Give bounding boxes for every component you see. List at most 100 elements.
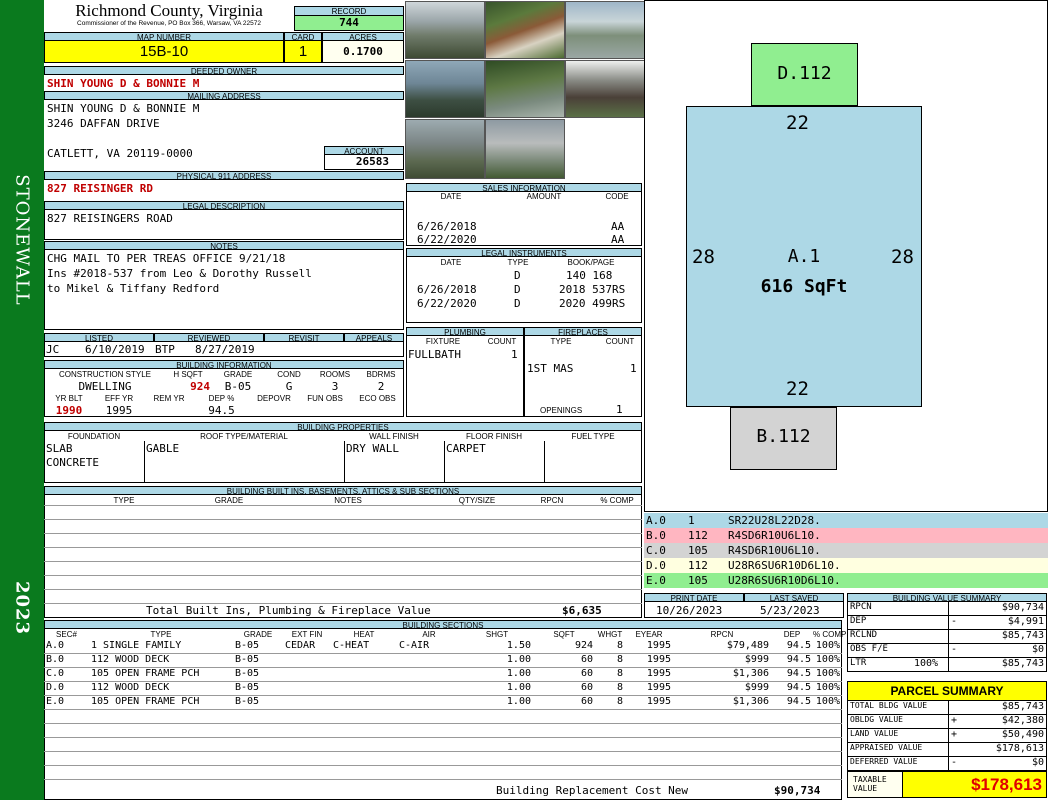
reviewed-date: 8/27/2019	[195, 343, 255, 356]
grade: B-05	[224, 380, 252, 393]
built-ins-total: $6,635	[562, 604, 602, 617]
rooms: 3	[331, 380, 339, 393]
property-photo-4	[405, 60, 485, 118]
fuel-type-header: FUEL TYPE	[571, 432, 615, 441]
sketch-dim-bottom: 22	[786, 378, 809, 400]
vector-path: SR22U28L22D28.	[728, 514, 821, 527]
parcel-value: $178,613	[995, 743, 1044, 754]
section-cell: A.0	[46, 640, 65, 651]
reviewed-by: BTP	[155, 343, 175, 356]
vector-section: E.0	[646, 574, 666, 587]
physical-address: 827 REISINGER RD	[47, 182, 153, 195]
section-cell: CEDAR	[285, 640, 316, 651]
tax-year: 2023	[11, 580, 33, 636]
sketch-section-a-area: 616 SqFt	[760, 276, 848, 297]
card-label: CARD	[284, 32, 322, 42]
listed-date: 6/10/2019	[85, 343, 145, 356]
map-number-label: MAP NUMBER	[44, 32, 284, 42]
instrument-date-3: 6/22/2020	[417, 297, 477, 310]
vector-code: 112	[688, 559, 708, 572]
instrument-bookpage-1: 140 168	[566, 269, 613, 282]
sketch-section-a-label: A.1	[787, 246, 821, 267]
listed-by: JC	[46, 343, 60, 356]
reviewed-label: REVIEWED	[154, 333, 264, 343]
section-cell: 60	[580, 682, 593, 693]
eco-obs-label: ECO OBS	[359, 394, 396, 403]
h-sqft: 924	[190, 380, 210, 393]
building-info-header-row-1: CONSTRUCTION STYLE H SQFT GRADE COND ROO…	[44, 370, 404, 380]
mailing-line-1: SHIN YOUNG D & BONNIE M	[47, 102, 200, 115]
sales-date-1: 6/26/2018	[417, 220, 477, 233]
sections-rows: A.0 1 SINGLE FAMILY B-05 CEDAR C-HEAT C-AIR 1.…	[44, 640, 842, 780]
last-saved: 5/23/2023	[760, 604, 820, 617]
property-photo-8	[485, 119, 565, 179]
builtin-qty-header: QTY/SIZE	[458, 496, 496, 505]
building-sections-label: BUILDING SECTIONS	[44, 620, 842, 630]
mailing-line-3: CATLETT, VA 20119-0000	[47, 147, 193, 160]
building-information-label: BUILDING INFORMATION	[44, 360, 404, 370]
parcel-summary: TOTAL BLDG VALUE $85,743 OBLDG VALUE + $42,3…	[847, 701, 1047, 771]
property-photo-2	[485, 1, 565, 59]
section-cell: B-05	[235, 668, 260, 679]
fireplace-count-header: COUNT	[605, 337, 635, 346]
fixture-count-1: 1	[511, 348, 518, 361]
fixture-1: FULLBATH	[408, 348, 461, 361]
vector-code: 1	[688, 514, 695, 527]
section-cell: C-HEAT	[333, 640, 370, 651]
parcel-label: LAND VALUE	[850, 729, 899, 738]
builtin-rpcn-header: RPCN	[540, 496, 564, 505]
roof-type: GABLE	[146, 442, 180, 455]
print-date: 10/26/2023	[656, 604, 723, 617]
building-info-header-row-2: YR BLT EFF YR REM YR DEP % DEPOVR FUN OB…	[44, 394, 404, 404]
dep-pct: 94.5	[208, 404, 235, 417]
builtin-type-header: TYPE	[113, 496, 135, 505]
bvs-value: $0	[1031, 644, 1044, 655]
section-cell: B-05	[235, 640, 260, 651]
fireplace-type-header: TYPE	[550, 337, 572, 346]
section-cell: 8	[616, 696, 623, 707]
vector-code: 105	[688, 544, 708, 557]
depovr-label: DEPOVR	[257, 394, 291, 403]
district-name: STONEWALL	[11, 174, 33, 306]
section-cell: 94.5	[786, 668, 811, 679]
section-header-1: TYPE	[150, 630, 172, 639]
notes-line-1: CHG MAIL TO PER TREAS OFFICE 9/21/18	[47, 252, 286, 265]
property-photo-7	[405, 119, 485, 179]
sales-date-header: DATE	[440, 192, 462, 201]
sketch-section-b: B.112	[730, 407, 837, 470]
section-cell: 94.5	[786, 696, 811, 707]
building-properties-label: BUILDING PROPERTIES	[44, 422, 642, 432]
section-cell: 1995	[646, 696, 671, 707]
mailing-address-label: MAILING ADDRESS	[44, 91, 404, 101]
replacement-cost: $90,734	[774, 784, 821, 797]
parcel-summary-label: PARCEL SUMMARY	[847, 681, 1047, 701]
building-value-summary: RPCN $90,734 DEP - $4,991 RCLND $85,743 OBS F/E…	[847, 602, 1047, 672]
fireplaces-label: FIREPLACES	[524, 327, 642, 337]
section-cell: 1.50	[506, 640, 531, 651]
instrument-bookpage-3: 2020 499RS	[559, 297, 626, 310]
physical-address-label: PHYSICAL 911 ADDRESS	[44, 171, 404, 181]
section-cell: 100%	[815, 654, 840, 665]
section-cell: $79,489	[726, 640, 769, 651]
section-cell: 94.5	[786, 640, 811, 651]
section-cell: 8	[616, 682, 623, 693]
taxable-label-box: TAXABLE VALUE	[847, 771, 903, 798]
floor-finish: CARPET	[446, 442, 486, 455]
acres-value: 0.1700	[322, 41, 404, 63]
card-number: 1	[284, 41, 322, 63]
section-cell: 60	[580, 668, 593, 679]
section-cell: 1.00	[506, 682, 531, 693]
section-header-5: AIR	[422, 630, 436, 639]
property-photo-3	[565, 1, 645, 59]
plumbing-label: PLUMBING	[406, 327, 524, 337]
construction-style-label: CONSTRUCTION STYLE	[58, 370, 151, 379]
sections-header-row: SEC# TYPE GRADE EXT FIN HEAT AIR SHGT SQFT WHGT E…	[44, 630, 846, 640]
legal-instruments-label: LEGAL INSTRUMENTS	[406, 248, 642, 258]
section-cell: 924	[574, 640, 593, 651]
parcel-value: $50,490	[1001, 729, 1044, 740]
section-cell: 1995	[646, 640, 671, 651]
section-header-0: SEC#	[56, 630, 77, 639]
print-date-label: PRINT DATE	[644, 593, 744, 603]
fun-obs-label: FUN OBS	[307, 394, 343, 403]
parcel-label: OBLDG VALUE	[850, 715, 903, 724]
